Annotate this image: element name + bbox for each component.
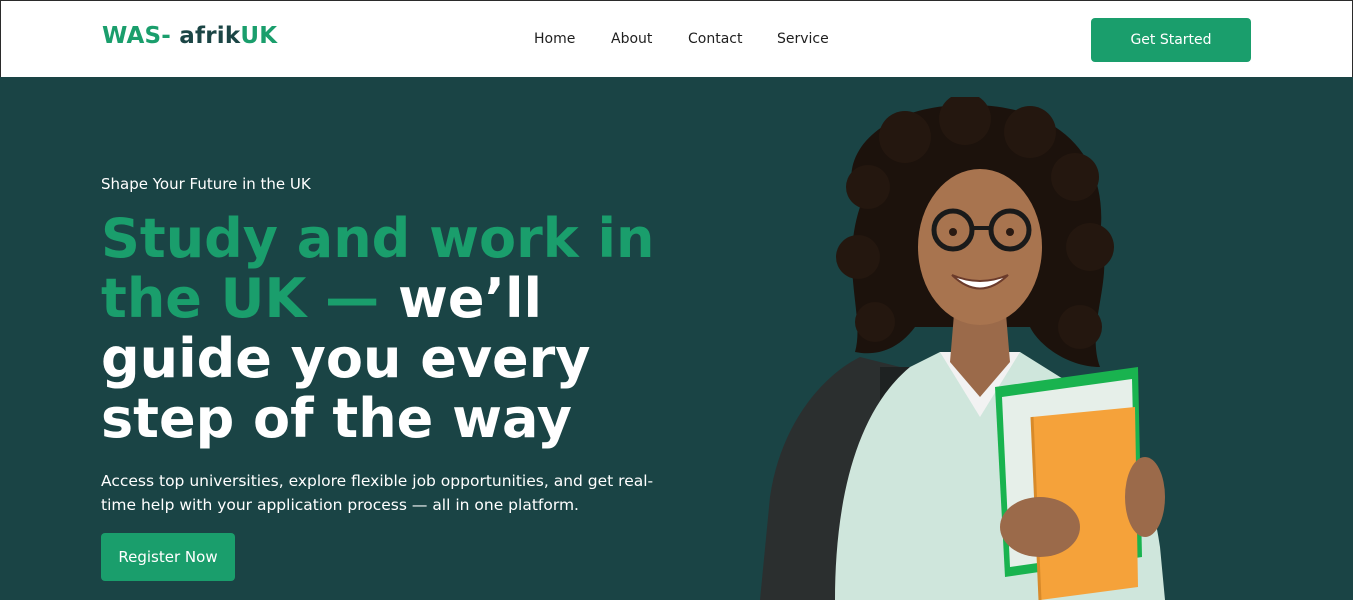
nav-link-service[interactable]: Service: [777, 31, 829, 47]
nav-link-home[interactable]: Home: [534, 31, 575, 47]
nav-link-about[interactable]: About: [611, 31, 652, 47]
student-photo: [760, 97, 1165, 600]
hero-section: Shape Your Future in the UK Study and wo…: [0, 77, 1353, 600]
hero-description: Access top universities, explore flexibl…: [101, 472, 654, 514]
nav-link-contact[interactable]: Contact: [688, 31, 742, 47]
hero-headline-highlight: Study and work in the UK —: [101, 207, 655, 330]
register-now-button[interactable]: Register Now: [101, 533, 235, 581]
hero-headline: Study and work in the UK — we’ll guide y…: [101, 209, 721, 449]
hero-eyebrow: Shape Your Future in the UK: [101, 175, 311, 193]
get-started-button[interactable]: Get Started: [1091, 18, 1251, 62]
navbar: WAS- afrikUK Home About Contact Service …: [0, 0, 1353, 77]
